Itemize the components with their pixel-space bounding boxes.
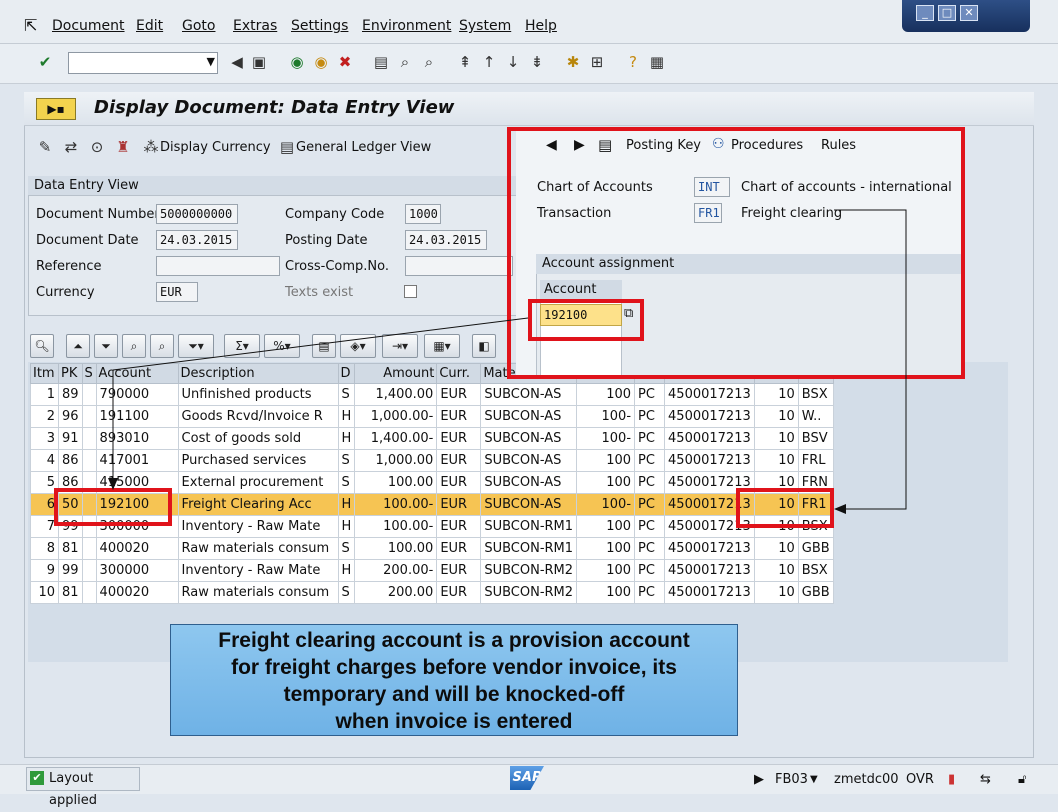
- transaction-code: FB03: [775, 772, 808, 787]
- server-name: zmetdc00: [834, 772, 899, 787]
- callout-line-4: when invoice is entered: [335, 710, 573, 733]
- connector-line-account: [112, 317, 529, 371]
- performance-icon: ▮: [948, 772, 956, 787]
- connector-arrowhead-transaction: [834, 504, 846, 514]
- callout-line-2: for freight charges before vendor invoic…: [231, 656, 677, 679]
- callout-line-3: temporary and will be knocked-off: [283, 683, 625, 706]
- status-expand-icon[interactable]: ▶: [754, 772, 764, 787]
- annotation-callout: Freight clearing account is a provision …: [170, 624, 738, 736]
- connector-line-transaction: [834, 209, 907, 510]
- insert-mode: OVR: [906, 772, 934, 787]
- connector-arrowhead-account: [108, 478, 118, 490]
- connection-icon: ⇆: [980, 772, 991, 787]
- tcode-dropdown-icon[interactable]: ▼: [810, 774, 818, 785]
- lock-icon[interactable]: 🔓︎: [1018, 772, 1026, 787]
- success-check-icon: ✔: [30, 771, 44, 785]
- callout-line-1: Freight clearing account is a provision …: [218, 629, 690, 652]
